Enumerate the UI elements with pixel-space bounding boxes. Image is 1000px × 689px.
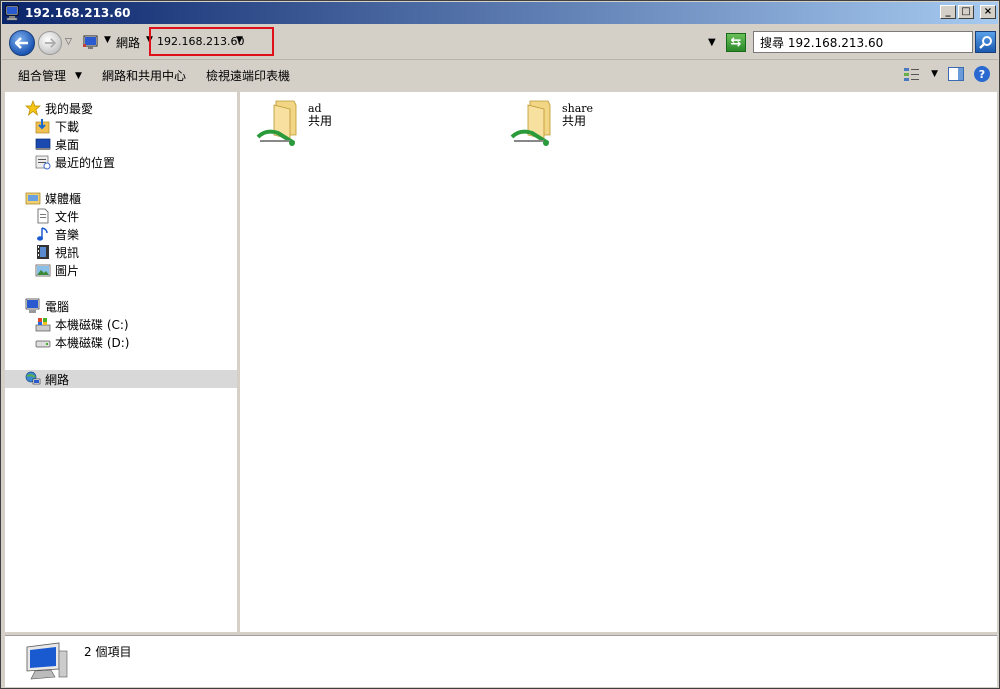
remote-printers-label: 檢視遠端印表機 [205, 69, 290, 83]
nav-item-pictures[interactable]: 圖片 [35, 261, 79, 279]
explorer-window: 192.168.213.60 _ □ × ▽ ▼ 網路 ▼ 192.168.21… [0, 0, 1000, 689]
nav-item-label: 本機磁碟 (D:) [55, 335, 130, 350]
breadcrumb-network[interactable]: 網路 [116, 34, 140, 51]
details-pane: 2 個項目 [5, 635, 997, 687]
address-highlight-box [149, 27, 274, 56]
shared-folder-icon [510, 100, 551, 146]
nav-network-label: 網路 [45, 372, 70, 387]
network-computer-icon [26, 642, 68, 680]
shared-folder-icon [256, 100, 297, 146]
nav-item-label: 桌面 [55, 137, 80, 152]
drive-c-icon [35, 318, 51, 332]
nav-libraries[interactable]: 媒體櫃 [25, 189, 81, 207]
nav-favorites-label: 我的最愛 [45, 101, 94, 116]
nav-computer[interactable]: 電腦 [25, 297, 69, 315]
preview-pane-icon[interactable] [948, 67, 964, 81]
desktop-icon [35, 138, 51, 150]
nav-item-label: 視訊 [55, 245, 80, 260]
content-pane: ad 共用 share 共用 [240, 92, 997, 632]
search-input[interactable]: 搜尋 192.168.213.60 [753, 31, 973, 53]
recent-places-icon [35, 155, 51, 170]
navigation-pane: 我的最愛 下載 桌面 最近的位置 媒體櫃 文件 音樂 視訊 圖片 電腦 本機磁碟… [5, 92, 237, 632]
nav-network[interactable]: 網路 [25, 370, 69, 388]
organize-menu[interactable]: 組合管理 ▼ [18, 67, 82, 84]
search-button[interactable] [975, 31, 996, 53]
nav-item-label: 圖片 [55, 263, 80, 278]
nav-item-drive-c[interactable]: 本機磁碟 (C:) [35, 315, 129, 333]
pictures-icon [35, 264, 51, 277]
nav-item-desktop[interactable]: 桌面 [35, 135, 79, 153]
network-center-button[interactable]: 網路和共用中心 [102, 67, 186, 84]
nav-item-documents[interactable]: 文件 [35, 207, 79, 225]
arrow-left-icon [15, 37, 28, 49]
nav-computer-label: 電腦 [45, 299, 70, 314]
nav-item-drive-d[interactable]: 本機磁碟 (D:) [35, 333, 129, 351]
share-type: 共用 [308, 114, 333, 128]
nav-favorites[interactable]: 我的最愛 [25, 99, 93, 117]
nav-item-music[interactable]: 音樂 [35, 225, 79, 243]
arrow-right-icon [45, 38, 56, 48]
favorites-star-icon [25, 100, 41, 116]
nav-item-label: 最近的位置 [55, 155, 116, 170]
search-placeholder: 搜尋 192.168.213.60 [760, 35, 884, 50]
network-globe-icon [25, 371, 41, 385]
network-center-label: 網路和共用中心 [101, 69, 186, 83]
nav-item-downloads[interactable]: 下載 [35, 117, 79, 135]
nav-item-recent[interactable]: 最近的位置 [35, 153, 115, 171]
music-icon [37, 227, 48, 241]
nav-item-label: 下載 [55, 119, 80, 134]
chevron-down-icon: ▼ [75, 70, 82, 81]
close-button[interactable]: × [980, 5, 996, 19]
view-options-chevron-icon[interactable]: ▼ [931, 69, 938, 79]
nav-item-video[interactable]: 視訊 [35, 243, 79, 261]
nav-item-label: 音樂 [55, 227, 80, 242]
computer-icon [25, 298, 40, 313]
maximize-button[interactable]: □ [958, 5, 974, 19]
forward-button[interactable] [38, 31, 62, 55]
refresh-icon: ⇆ [730, 35, 742, 50]
remote-printers-button[interactable]: 檢視遠端印表機 [206, 67, 290, 84]
window-title: 192.168.213.60 [25, 6, 131, 20]
share-item-share[interactable]: share 共用 [510, 99, 593, 147]
breadcrumb-arrow-icon[interactable]: ▼ [104, 35, 111, 45]
organize-label: 組合管理 [18, 69, 67, 83]
command-bar: 組合管理 ▼ 網路和共用中心 檢視遠端印表機 ▼ ? [2, 59, 998, 91]
nav-libraries-label: 媒體櫃 [45, 191, 82, 206]
network-icon [83, 35, 98, 49]
title-bar[interactable]: 192.168.213.60 _ □ × [2, 2, 998, 24]
nav-item-label: 文件 [55, 209, 80, 224]
address-history-dropdown[interactable]: ▼ [708, 37, 716, 48]
video-icon [37, 245, 49, 259]
documents-icon [37, 208, 49, 224]
item-count: 2 個項目 [84, 645, 132, 659]
share-item-ad[interactable]: ad 共用 [256, 99, 332, 147]
drive-d-icon [35, 340, 51, 348]
help-icon[interactable]: ? [974, 66, 990, 82]
nav-item-label: 本機磁碟 (C:) [55, 317, 129, 332]
network-computer-icon [5, 5, 19, 21]
recent-pages-dropdown[interactable]: ▽ [65, 37, 72, 47]
share-type: 共用 [562, 114, 587, 128]
download-folder-icon [35, 119, 50, 134]
refresh-button[interactable]: ⇆ [726, 33, 746, 52]
minimize-button[interactable]: _ [940, 5, 956, 19]
libraries-icon [25, 192, 41, 205]
change-view-icon[interactable] [903, 66, 921, 82]
back-button[interactable] [9, 30, 35, 56]
search-icon [978, 36, 992, 49]
